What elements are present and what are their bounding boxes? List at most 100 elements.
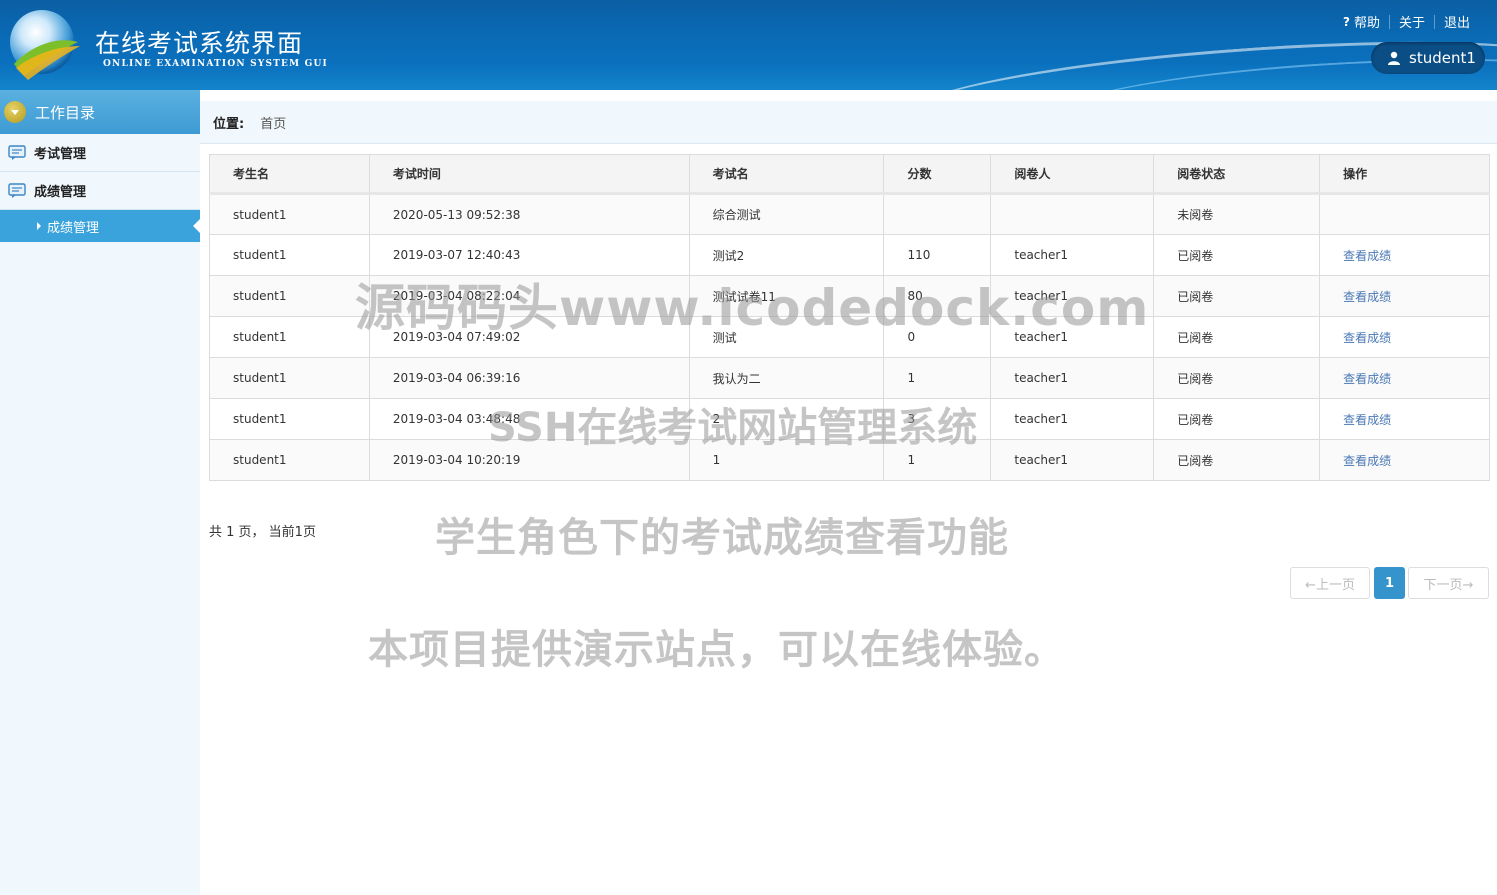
action-cell: 查看成绩 [1319,398,1490,440]
user-icon [1388,51,1400,65]
grading-status-cell: 已阅卷 [1153,398,1321,440]
grading-status-cell: 已阅卷 [1153,357,1321,399]
table-row: student1 2019-03-07 12:40:43 测试2 110 teacher… [209,234,1490,276]
score-table: 考生名 考试时间 考试名 分数 阅卷人 阅卷状态 操作 student1 2020… [209,154,1490,481]
column-header: 考试名 [688,154,885,195]
grader-cell: teacher1 [990,316,1155,358]
action-cell [1319,193,1490,235]
exam-name-cell: 我认为二 [688,357,885,399]
exam-time-cell: 2019-03-04 03:48:48 [368,398,690,440]
student-name-cell: student1 [209,398,370,440]
exam-name-cell: 测试 [688,316,885,358]
action-cell: 查看成绩 [1319,234,1490,276]
exam-time-cell: 2019-03-04 08:22:04 [368,275,690,317]
exam-name-cell: 测试2 [688,234,885,276]
column-header: 阅卷状态 [1153,154,1321,195]
caret-right-icon [37,222,41,230]
column-header: 考生名 [209,154,370,195]
table-row: student1 2019-03-04 08:22:04 测试试卷11 80 teach… [209,275,1490,317]
exam-time-cell: 2019-03-04 10:20:19 [368,439,690,481]
view-score-link[interactable]: 查看成绩 [1343,413,1391,427]
table-row: student1 2019-03-04 07:49:02 测试 0 teacher1 已阅… [209,316,1490,358]
table-row: student1 2019-03-04 10:20:19 1 1 teacher1 已阅卷… [209,439,1490,481]
score-cell: 0 [883,316,992,358]
score-cell: 80 [883,275,992,317]
view-score-link[interactable]: 查看成绩 [1343,372,1391,386]
about-link[interactable]: 关于 [1390,12,1434,31]
action-cell: 查看成绩 [1319,439,1490,481]
app-header: 在线考试系统界面 ONLINE EXAMINATION SYSTEM GUI ?… [0,0,1497,90]
view-score-link[interactable]: 查看成绩 [1343,331,1391,345]
exam-name-cell: 测试试卷11 [688,275,885,317]
sidebar-subitem-score-management[interactable]: 成绩管理 [0,210,200,242]
breadcrumb: 位置: 首页 [200,101,1497,144]
help-icon: ? [1342,14,1350,29]
table-row: student1 2020-05-13 09:52:38 综合测试 未阅卷 [209,193,1490,235]
user-badge[interactable]: student1 [1371,42,1485,74]
page-1-button[interactable]: 1 [1374,567,1405,599]
view-score-link[interactable]: 查看成绩 [1343,454,1391,468]
exam-time-cell: 2020-05-13 09:52:38 [368,193,690,235]
app-title: 在线考试系统界面 [95,29,304,58]
next-page-button[interactable]: 下一页→ [1408,567,1489,599]
column-header: 分数 [883,154,992,195]
grader-cell: teacher1 [990,357,1155,399]
action-cell: 查看成绩 [1319,316,1490,358]
active-indicator [193,219,200,233]
table-row: student1 2019-03-04 06:39:16 我认为二 1 teacher1… [209,357,1490,399]
exam-time-cell: 2019-03-04 06:39:16 [368,357,690,399]
grader-cell: teacher1 [990,439,1155,481]
grading-status-cell: 已阅卷 [1153,275,1321,317]
grading-status-cell: 未阅卷 [1153,193,1321,235]
exam-name-cell: 1 [688,439,885,481]
exam-time-cell: 2019-03-04 07:49:02 [368,316,690,358]
table-header-row: 考生名 考试时间 考试名 分数 阅卷人 阅卷状态 操作 [209,154,1490,195]
score-cell: 1 [883,439,992,481]
column-header: 阅卷人 [990,154,1155,195]
column-header: 操作 [1319,154,1490,195]
action-cell: 查看成绩 [1319,275,1490,317]
help-link[interactable]: ? 帮助 [1334,12,1389,32]
action-cell: 查看成绩 [1319,357,1490,399]
pagination: ←上一页 1 下一页→ [1290,567,1489,599]
score-cell: 110 [883,234,992,276]
student-name-cell: student1 [209,357,370,399]
view-score-link[interactable]: 查看成绩 [1343,290,1391,304]
grader-cell: teacher1 [990,398,1155,440]
logout-link[interactable]: 退出 [1435,12,1479,31]
watermark-text: 学生角色下的考试成绩查看功能 [435,515,1009,561]
sidebar-item-exam-management[interactable]: 考试管理 [0,134,200,172]
student-name-cell: student1 [209,439,370,481]
score-cell [883,193,992,235]
score-cell: 1 [883,357,992,399]
watermark-text: 本项目提供演示站点，可以在线体验。 [368,627,1065,673]
table-row: student1 2019-03-04 03:48:48 2 3 teacher1 已阅卷… [209,398,1490,440]
top-links: ? 帮助 关于 退出 [1334,12,1479,31]
view-score-link[interactable]: 查看成绩 [1343,249,1391,263]
chat-bubble-icon [8,144,26,160]
grader-cell: teacher1 [990,234,1155,276]
sidebar: 工作目录 考试管理 成绩管理 成绩管理 [0,90,200,895]
page-info: 共 1 页， 当前1页 [209,525,316,540]
exam-name-cell: 2 [688,398,885,440]
user-name: student1 [1409,49,1476,67]
student-name-cell: student1 [209,275,370,317]
collapse-arrow-icon [4,101,26,123]
exam-time-cell: 2019-03-07 12:40:43 [368,234,690,276]
grader-cell [990,193,1155,235]
score-cell: 3 [883,398,992,440]
student-name-cell: student1 [209,234,370,276]
student-name-cell: student1 [209,193,370,235]
student-name-cell: student1 [209,316,370,358]
grading-status-cell: 已阅卷 [1153,316,1321,358]
exam-name-cell: 综合测试 [688,193,885,235]
sidebar-item-score-management[interactable]: 成绩管理 [0,172,200,210]
column-header: 考试时间 [368,154,690,195]
grader-cell: teacher1 [990,275,1155,317]
globe-logo-icon [10,10,80,80]
prev-page-button[interactable]: ←上一页 [1290,567,1370,599]
chat-bubble-icon [8,182,26,198]
breadcrumb-label: 位置: [213,116,245,132]
breadcrumb-home-link[interactable]: 首页 [260,113,286,132]
sidebar-heading[interactable]: 工作目录 [0,90,200,134]
